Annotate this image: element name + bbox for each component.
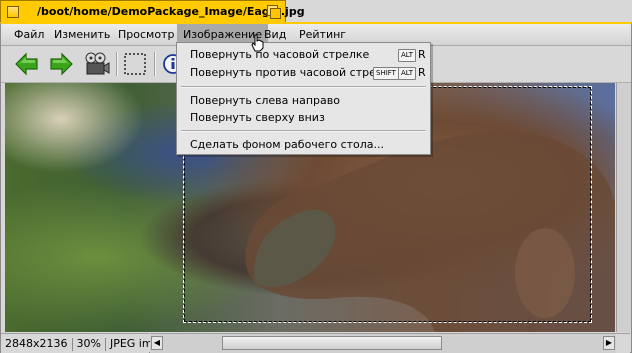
slideshow-projector-icon[interactable] <box>83 50 111 78</box>
status-bar: 2848x2136 30% JPEG image <box>1 333 173 353</box>
image-dimensions: 2848x2136 <box>5 337 68 350</box>
window-title-tab[interactable]: /boot/home/DemoPackage_Image/Eagle.jpg <box>0 0 305 22</box>
hand-cursor-icon <box>251 34 264 52</box>
back-arrow-icon[interactable] <box>13 50 41 78</box>
menu-item-flip-vertical[interactable]: Повернуть сверху вниз <box>177 109 430 126</box>
resize-grip-icon[interactable] <box>616 333 630 353</box>
shift-key-badge: SHIFT <box>373 67 399 80</box>
window-title: /boot/home/DemoPackage_Image/Eagle.jpg <box>37 5 305 18</box>
close-box-icon[interactable] <box>7 6 19 18</box>
scroll-right-arrow-icon[interactable]: ▶ <box>603 336 615 350</box>
scroll-left-arrow-icon[interactable]: ◀ <box>151 336 163 350</box>
vertical-scrollbar[interactable] <box>616 83 631 332</box>
menu-file[interactable]: Файл <box>8 24 50 45</box>
horizontal-scrollbar[interactable]: ◀ ▶ <box>150 333 616 353</box>
shortcut-key: R <box>418 66 426 79</box>
menu-separator <box>181 130 426 132</box>
zoom-level: 30% <box>76 337 101 350</box>
menu-view-browse[interactable]: Просмотр <box>112 24 180 45</box>
menu-separator <box>181 86 426 88</box>
menu-edit[interactable]: Изменить <box>48 24 116 45</box>
scroll-thumb[interactable] <box>222 336 442 350</box>
menu-item-set-desktop-background[interactable]: Сделать фоном рабочего стола... <box>177 136 430 153</box>
alt-key-badge: ALT <box>398 67 417 80</box>
alt-key-badge: ALT <box>398 49 417 62</box>
zoom-box-icon[interactable] <box>267 5 281 19</box>
image-menu-dropdown: Повернуть по часовой стрелке ALT R Повер… <box>176 42 431 155</box>
menu-item-rotate-ccw[interactable]: Повернуть против часовой стрелки SHIFT A… <box>177 64 430 81</box>
menu-item-rotate-cw[interactable]: Повернуть по часовой стрелке ALT R <box>177 46 430 63</box>
menu-item-flip-horizontal[interactable]: Повернуть слева направо <box>177 92 430 109</box>
forward-arrow-icon[interactable] <box>47 50 75 78</box>
shortcut-key: R <box>418 48 426 61</box>
selection-icon[interactable] <box>121 50 149 78</box>
